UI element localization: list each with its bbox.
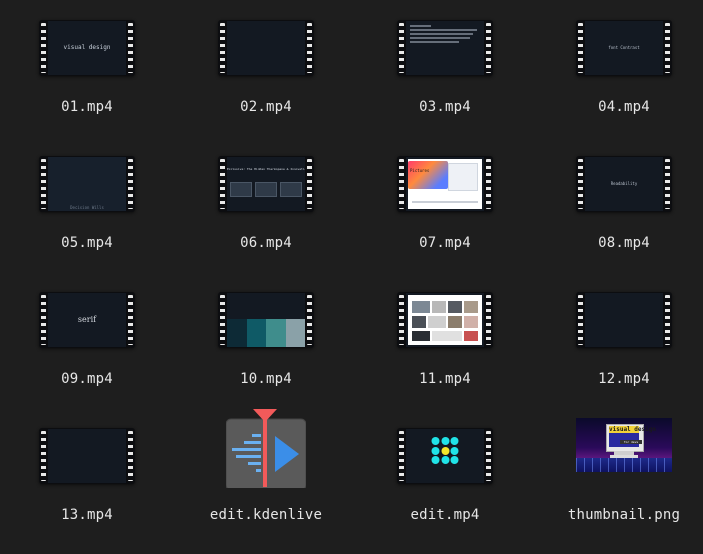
file-name: 13.mp4 — [61, 507, 113, 523]
file-name: edit.kdenlive — [209, 507, 323, 523]
video-thumbnail: Exclusive: The Hidden Thermopane & Innov… — [218, 156, 314, 212]
file-item-12[interactable]: 12.mp4 — [549, 272, 699, 392]
image-thumbnail: visual design for devs — [576, 418, 672, 472]
file-name: 03.mp4 — [419, 99, 471, 115]
file-name: edit.mp4 — [410, 507, 480, 523]
file-item-05[interactable]: Decision Wills 05.mp4 — [12, 136, 162, 256]
file-item-02[interactable]: 02.mp4 — [191, 0, 341, 120]
file-item-06[interactable]: Exclusive: The Hidden Thermopane & Innov… — [191, 136, 341, 256]
video-thumbnail — [397, 292, 493, 348]
preview-text: visual design — [63, 44, 111, 51]
video-thumbnail: Decision Wills — [39, 156, 135, 212]
video-thumbnail: Readability — [576, 156, 672, 212]
video-thumbnail — [576, 292, 672, 348]
file-item-10[interactable]: 10.mp4 — [191, 272, 341, 392]
webpage-preview: Pictures — [408, 159, 482, 209]
file-grid: visual design 01.mp4 02.mp4 03.mp4 font … — [0, 0, 703, 554]
file-name: 01.mp4 — [61, 99, 113, 115]
slide-text-lines — [410, 25, 480, 45]
file-item-edit-kdenlive[interactable]: edit.kdenlive — [191, 408, 341, 528]
file-name: thumbnail.png — [567, 507, 681, 523]
preview-text: Readability — [610, 181, 638, 186]
file-item-07[interactable]: Pictures 07.mp4 — [370, 136, 520, 256]
preview-text: serif — [77, 315, 97, 324]
file-item-edit-mp4[interactable]: edit.mp4 — [370, 408, 520, 528]
preview-text: Decision Wills — [70, 205, 104, 210]
file-name: 12.mp4 — [598, 371, 650, 387]
video-thumbnail: font Contrast — [576, 20, 672, 76]
file-item-04[interactable]: font Contrast 04.mp4 — [549, 0, 699, 120]
file-name: 08.mp4 — [598, 235, 650, 251]
gallery-preview — [408, 295, 482, 345]
video-thumbnail — [218, 292, 314, 348]
file-name: 02.mp4 — [240, 99, 292, 115]
preview-text: visual design — [609, 426, 656, 433]
file-name: 10.mp4 — [240, 371, 292, 387]
video-thumbnail — [397, 20, 493, 76]
file-item-11[interactable]: 11.mp4 — [370, 272, 520, 392]
video-thumbnail — [218, 20, 314, 76]
dot-logo — [431, 437, 459, 464]
video-thumbnail: Pictures — [397, 156, 493, 212]
file-item-09[interactable]: serif 09.mp4 — [12, 272, 162, 392]
file-item-13[interactable]: 13.mp4 — [12, 408, 162, 528]
file-name: 11.mp4 — [419, 371, 471, 387]
file-name: 05.mp4 — [61, 235, 113, 251]
video-thumbnail: serif — [39, 292, 135, 348]
file-name: 04.mp4 — [598, 99, 650, 115]
preview-text: Exclusive: The Hidden Thermopane & Innov… — [227, 167, 305, 171]
file-item-01[interactable]: visual design 01.mp4 — [12, 0, 162, 120]
video-thumbnail — [397, 428, 493, 484]
video-thumbnail — [39, 428, 135, 484]
preview-subtext: for devs — [620, 440, 642, 444]
file-item-thumbnail-png[interactable]: visual design for devs thumbnail.png — [549, 408, 699, 528]
video-thumbnail: visual design — [39, 20, 135, 76]
preview-text: font Contrast — [608, 45, 640, 50]
file-name: 09.mp4 — [61, 371, 113, 387]
color-swatches — [227, 319, 305, 347]
file-item-03[interactable]: 03.mp4 — [370, 0, 520, 120]
file-name: 06.mp4 — [240, 235, 292, 251]
file-item-08[interactable]: Readability 08.mp4 — [549, 136, 699, 256]
kdenlive-icon — [225, 408, 307, 491]
file-name: 07.mp4 — [419, 235, 471, 251]
preview-text: Pictures — [410, 168, 430, 173]
